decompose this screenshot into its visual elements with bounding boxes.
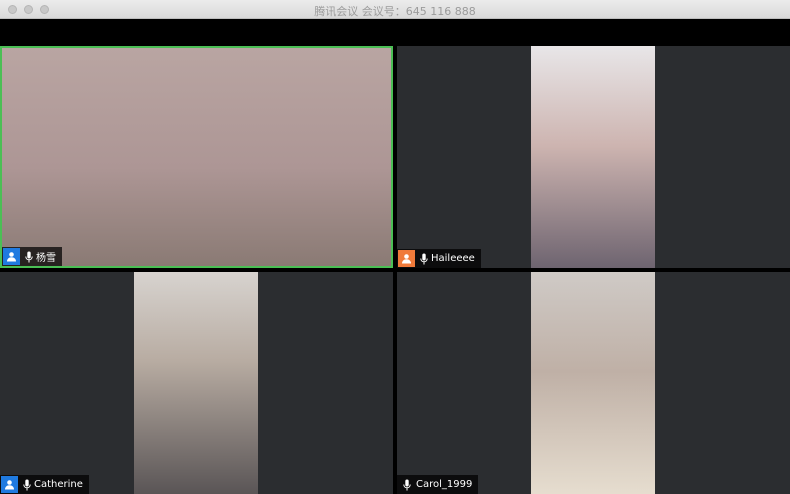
participant-label: Haileeee	[397, 249, 481, 268]
user-avatar-icon	[398, 250, 415, 267]
participant-video	[2, 48, 391, 266]
video-tile-haileeee[interactable]: Haileeee	[397, 46, 790, 268]
video-tile-carol[interactable]: Carol_1999	[397, 272, 790, 494]
participant-video	[531, 46, 655, 268]
participant-label: Catherine	[0, 475, 89, 494]
participant-label: Carol_1999	[397, 475, 479, 494]
microphone-icon[interactable]	[20, 476, 34, 493]
participant-label: 杨雪	[2, 247, 62, 266]
window-title: 腾讯会议 会议号：645 116 888	[314, 5, 476, 18]
video-tile-catherine[interactable]: Catherine	[0, 272, 393, 494]
participant-video	[531, 272, 655, 494]
user-avatar-icon	[3, 248, 20, 265]
window-titlebar: 腾讯会议 会议号：645 116 888	[0, 0, 790, 19]
participant-video	[134, 272, 258, 494]
top-bar	[0, 19, 790, 46]
microphone-icon[interactable]	[417, 250, 431, 267]
user-avatar-icon	[1, 476, 18, 493]
participant-name: 杨雪	[36, 253, 56, 264]
microphone-icon[interactable]	[22, 248, 36, 265]
participant-name: Carol_1999	[416, 479, 473, 490]
video-tile-yangxue[interactable]: 杨雪	[0, 46, 393, 268]
participant-name: Catherine	[34, 479, 83, 490]
participant-name: Haileeee	[431, 253, 475, 264]
video-grid: 杨雪 Haileeee Catherine Carol_1999	[0, 46, 790, 494]
microphone-icon[interactable]	[400, 476, 414, 493]
